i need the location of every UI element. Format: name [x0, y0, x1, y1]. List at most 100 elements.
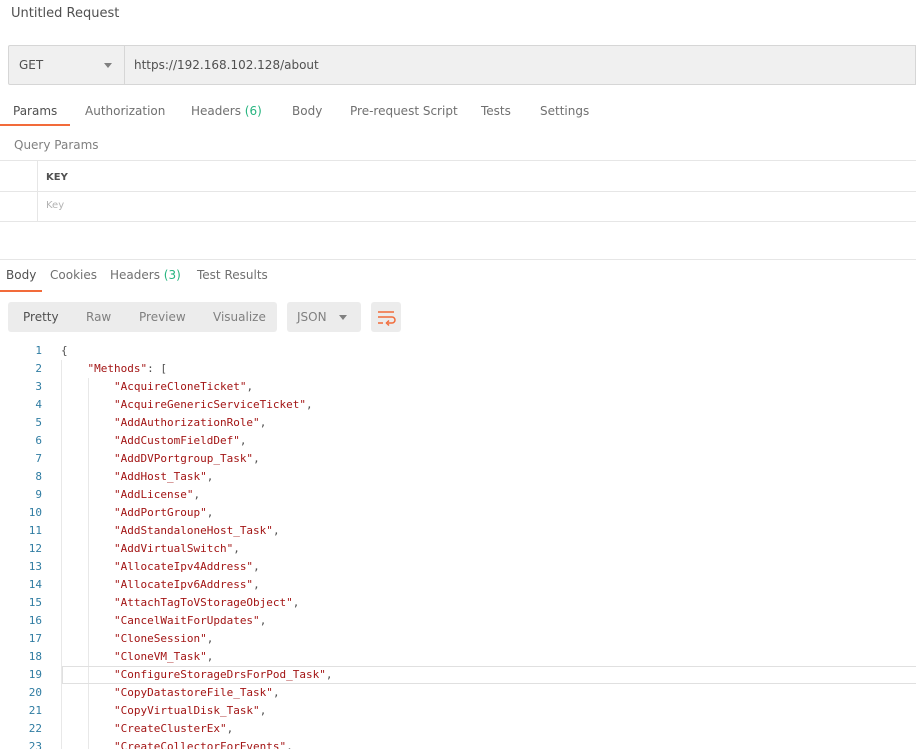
- response-tabs: Body Cookies Headers (3) Test Results: [0, 262, 916, 294]
- params-input-row[interactable]: Key: [0, 191, 916, 222]
- tab-response-headers[interactable]: Headers (3): [110, 268, 181, 282]
- format-select[interactable]: JSON: [287, 302, 361, 332]
- code-text: "Methods": [: [87, 362, 167, 375]
- line-number: 16: [28, 614, 42, 627]
- key-column-header: KEY: [46, 172, 68, 183]
- checkbox-cell: [0, 192, 38, 221]
- line-number: 2: [35, 362, 42, 375]
- code-line[interactable]: 23 "CreateCollectorForEvents",: [0, 738, 916, 749]
- method-select[interactable]: GET: [9, 46, 125, 84]
- code-line[interactable]: 2 "Methods": [: [0, 360, 916, 378]
- code-text: {: [61, 344, 68, 357]
- tab-params[interactable]: Params: [13, 104, 57, 118]
- pretty-button[interactable]: Pretty: [23, 310, 59, 324]
- active-tab-indicator: [0, 124, 70, 126]
- code-text: "ConfigureStorageDrsForPod_Task",: [113, 668, 333, 681]
- code-line[interactable]: 10 "AddPortGroup",: [0, 504, 916, 522]
- checkbox-column: [0, 161, 38, 191]
- tab-cookies[interactable]: Cookies: [50, 268, 97, 282]
- code-line[interactable]: 7 "AddDVPortgroup_Task",: [0, 450, 916, 468]
- request-tabs: Params Authorization Headers (6) Body Pr…: [0, 98, 916, 128]
- line-number: 1: [35, 344, 42, 357]
- code-line[interactable]: 17 "CloneSession",: [0, 630, 916, 648]
- code-text: "AddStandaloneHost_Task",: [113, 524, 280, 537]
- tab-authorization[interactable]: Authorization: [85, 104, 165, 118]
- visualize-button[interactable]: Visualize: [213, 310, 266, 324]
- code-line[interactable]: 15 "AttachTagToVStorageObject",: [0, 594, 916, 612]
- request-title[interactable]: Untitled Request: [11, 6, 119, 21]
- chevron-down-icon: [339, 315, 347, 320]
- tab-response-body[interactable]: Body: [6, 268, 36, 282]
- line-number: 17: [28, 632, 42, 645]
- code-line[interactable]: 21 "CopyVirtualDisk_Task",: [0, 702, 916, 720]
- code-text: "CloneVM_Task",: [113, 650, 214, 663]
- raw-button[interactable]: Raw: [86, 310, 111, 324]
- query-params-table: KEY Key: [0, 160, 916, 222]
- code-text: "CancelWaitForUpdates",: [113, 614, 267, 627]
- line-number: 22: [28, 722, 42, 735]
- code-text: "CloneSession",: [113, 632, 214, 645]
- line-number: 5: [35, 416, 42, 429]
- code-text: "AcquireCloneTicket",: [113, 380, 254, 393]
- code-text: "AddPortGroup",: [113, 506, 214, 519]
- line-number: 20: [28, 686, 42, 699]
- params-header-row: KEY: [0, 160, 916, 191]
- code-line[interactable]: 5 "AddAuthorizationRole",: [0, 414, 916, 432]
- code-line[interactable]: 13 "AllocateIpv4Address",: [0, 558, 916, 576]
- line-number: 12: [28, 542, 42, 555]
- pane-divider[interactable]: [0, 259, 916, 260]
- code-text: "AddHost_Task",: [113, 470, 214, 483]
- format-label: JSON: [297, 310, 327, 324]
- key-input[interactable]: Key: [46, 200, 64, 211]
- tab-body[interactable]: Body: [292, 104, 322, 118]
- tab-test-results[interactable]: Test Results: [197, 268, 268, 282]
- line-number: 15: [28, 596, 42, 609]
- code-text: "AddCustomFieldDef",: [113, 434, 247, 447]
- code-text: "AttachTagToVStorageObject",: [113, 596, 300, 609]
- code-text: "AddLicense",: [113, 488, 201, 501]
- code-line[interactable]: 16 "CancelWaitForUpdates",: [0, 612, 916, 630]
- code-line[interactable]: 12 "AddVirtualSwitch",: [0, 540, 916, 558]
- code-text: "AddVirtualSwitch",: [113, 542, 240, 555]
- tab-headers[interactable]: Headers (6): [191, 104, 262, 118]
- code-line[interactable]: 8 "AddHost_Task",: [0, 468, 916, 486]
- code-line[interactable]: 14 "AllocateIpv6Address",: [0, 576, 916, 594]
- code-line[interactable]: 18 "CloneVM_Task",: [0, 648, 916, 666]
- wrap-lines-icon: [378, 311, 396, 327]
- line-number: 13: [28, 560, 42, 573]
- code-line[interactable]: 19 "ConfigureStorageDrsForPod_Task",: [0, 666, 916, 684]
- response-body-editor[interactable]: 1{2 "Methods": [3 "AcquireCloneTicket", 4…: [0, 342, 916, 749]
- url-input[interactable]: https://192.168.102.128/about: [125, 46, 915, 84]
- code-text: "CreateClusterEx",: [113, 722, 234, 735]
- line-number: 8: [35, 470, 42, 483]
- code-line[interactable]: 11 "AddStandaloneHost_Task",: [0, 522, 916, 540]
- code-line[interactable]: 22 "CreateClusterEx",: [0, 720, 916, 738]
- line-number: 6: [35, 434, 42, 447]
- url-bar: GET https://192.168.102.128/about: [8, 45, 916, 85]
- line-number: 18: [28, 650, 42, 663]
- query-params-label: Query Params: [14, 138, 99, 152]
- tab-settings[interactable]: Settings: [540, 104, 589, 118]
- line-number: 21: [28, 704, 42, 717]
- line-number: 19: [28, 668, 42, 681]
- preview-button[interactable]: Preview: [139, 310, 186, 324]
- code-line[interactable]: 20 "CopyDatastoreFile_Task",: [0, 684, 916, 702]
- code-text: "AddDVPortgroup_Task",: [113, 452, 260, 465]
- code-text: "CopyDatastoreFile_Task",: [113, 686, 280, 699]
- line-number: 10: [28, 506, 42, 519]
- code-text: "CreateCollectorForEvents",: [113, 740, 293, 749]
- code-line[interactable]: 4 "AcquireGenericServiceTicket",: [0, 396, 916, 414]
- code-line[interactable]: 1{: [0, 342, 916, 360]
- response-active-tab-indicator: [0, 290, 42, 292]
- code-line[interactable]: 6 "AddCustomFieldDef",: [0, 432, 916, 450]
- view-mode-group: Pretty Raw Preview Visualize: [8, 302, 277, 332]
- code-text: "AllocateIpv4Address",: [113, 560, 260, 573]
- line-number: 7: [35, 452, 42, 465]
- line-number: 4: [35, 398, 42, 411]
- code-text: "AcquireGenericServiceTicket",: [113, 398, 313, 411]
- code-line[interactable]: 9 "AddLicense",: [0, 486, 916, 504]
- tab-tests[interactable]: Tests: [481, 104, 511, 118]
- tab-pre-request-script[interactable]: Pre-request Script: [350, 104, 458, 118]
- wrap-lines-button[interactable]: [371, 302, 401, 332]
- code-line[interactable]: 3 "AcquireCloneTicket",: [0, 378, 916, 396]
